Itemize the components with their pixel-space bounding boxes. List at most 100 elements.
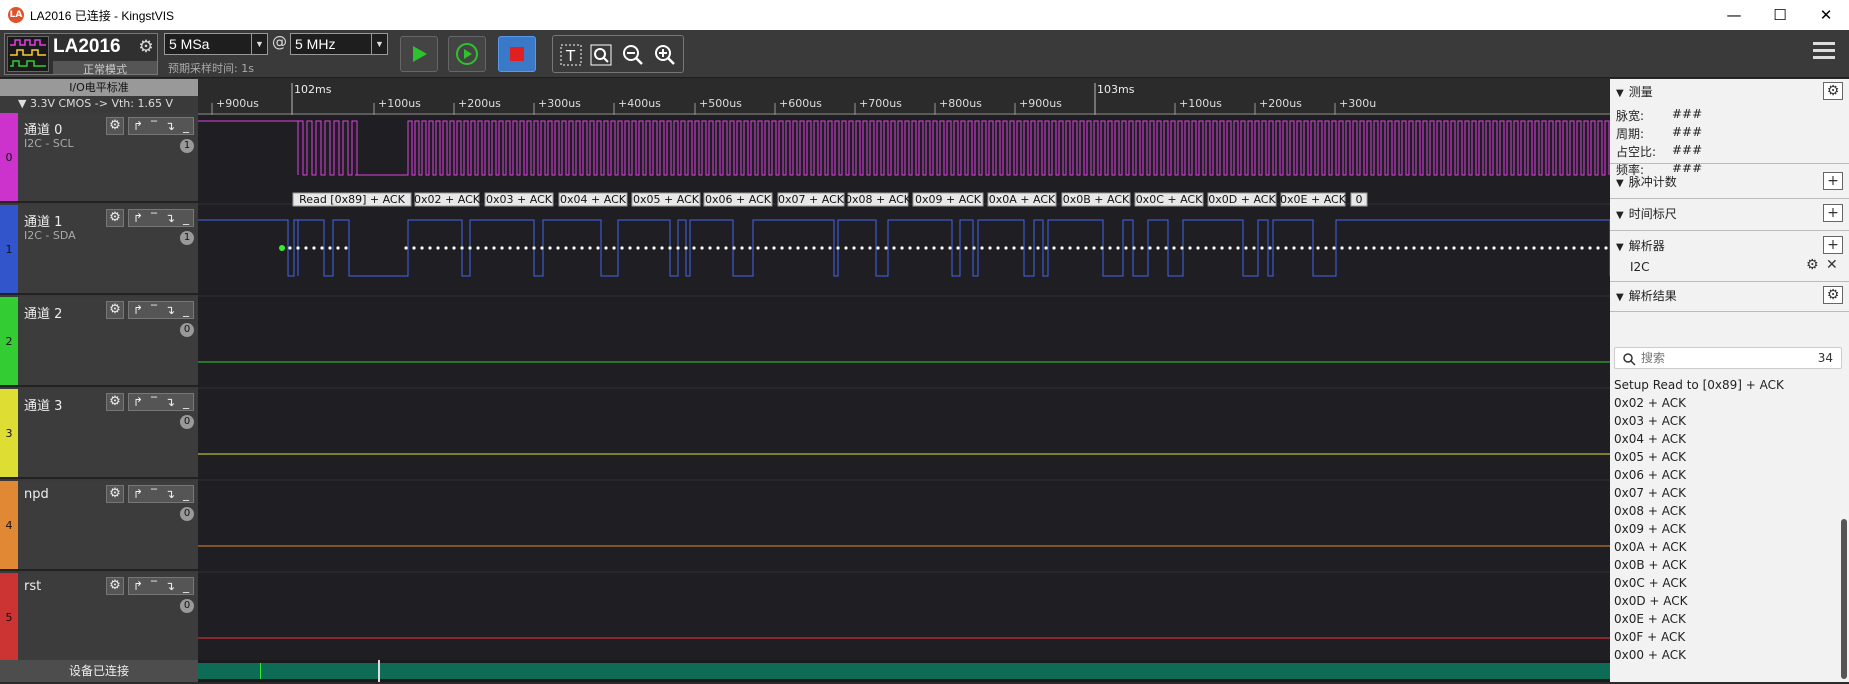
timeline-minor-label: +300us — [538, 97, 581, 110]
decode-result-item[interactable]: Setup Read to [0x89] + ACK — [1614, 376, 1838, 394]
high-level-icon[interactable]: ‾ — [151, 487, 157, 501]
channel-name[interactable]: 通道 1 — [24, 211, 62, 230]
time-ruler-section[interactable]: ▼ 时间标尺 + — [1610, 201, 1849, 227]
results-scrollbar[interactable] — [1841, 519, 1847, 679]
low-level-icon[interactable]: _ — [183, 211, 189, 225]
channel-row[interactable]: 2 通道 2 ⚙ ↱ ‾ ↴ _ 0 — [0, 297, 198, 387]
high-level-icon[interactable]: ‾ — [151, 395, 157, 409]
i2c-bit-marker — [1236, 246, 1240, 250]
device-settings-gear-icon[interactable]: ⚙ — [135, 36, 157, 58]
low-level-icon[interactable]: _ — [183, 487, 189, 501]
collapse-triangle-icon: ▼ — [1616, 292, 1624, 303]
rising-edge-icon[interactable]: ↱ — [133, 303, 143, 317]
analyzer-section[interactable]: ▼ 解析器 + — [1610, 233, 1849, 259]
rising-edge-icon[interactable]: ↱ — [133, 395, 143, 409]
channel-settings-gear-icon[interactable]: ⚙ — [106, 301, 124, 319]
start-button[interactable] — [400, 36, 438, 72]
add-analyzer-button[interactable]: + — [1823, 236, 1843, 254]
decode-result-item[interactable]: 0x06 + ACK — [1614, 466, 1838, 484]
zoom-out-icon[interactable] — [621, 43, 645, 67]
channel-settings-gear-icon[interactable]: ⚙ — [106, 209, 124, 227]
falling-edge-icon[interactable]: ↴ — [165, 487, 175, 501]
high-level-icon[interactable]: ‾ — [151, 579, 157, 593]
rising-edge-icon[interactable]: ↱ — [133, 579, 143, 593]
channel-name[interactable]: 通道 2 — [24, 303, 62, 322]
channel-row[interactable]: 4 npd ⚙ ↱ ‾ ↴ _ 0 — [0, 481, 198, 571]
decode-result-item[interactable]: 0x09 + ACK — [1614, 520, 1838, 538]
minimize-icon[interactable]: — — [1711, 0, 1757, 30]
low-level-icon[interactable]: _ — [183, 119, 189, 133]
channel-settings-gear-icon[interactable]: ⚙ — [106, 117, 124, 135]
low-level-icon[interactable]: _ — [183, 579, 189, 593]
pulse-count-section[interactable]: ▼ 脉冲计数 + — [1610, 169, 1849, 195]
decode-result-item[interactable]: 0x05 + ACK — [1614, 448, 1838, 466]
channel-settings-gear-icon[interactable]: ⚙ — [106, 393, 124, 411]
falling-edge-icon[interactable]: ↴ — [165, 211, 175, 225]
loop-start-button[interactable] — [448, 36, 486, 72]
measure-settings-gear-icon[interactable]: ⚙ — [1823, 82, 1843, 100]
i2c-bit-marker — [484, 246, 488, 250]
channel-name[interactable]: 通道 0 — [24, 119, 62, 138]
decode-result-item[interactable]: 0x08 + ACK — [1614, 502, 1838, 520]
channel-row[interactable]: 3 通道 3 ⚙ ↱ ‾ ↴ _ 0 — [0, 389, 198, 479]
decode-result-item[interactable]: 0x0B + ACK — [1614, 556, 1838, 574]
low-level-icon[interactable]: _ — [183, 303, 189, 317]
decode-result-item[interactable]: 0x04 + ACK — [1614, 430, 1838, 448]
high-level-icon[interactable]: ‾ — [151, 211, 157, 225]
sample-depth-select[interactable]: 5 MSa ▼ — [164, 33, 268, 55]
scroll-position-marker[interactable] — [378, 660, 380, 682]
decode-result-item[interactable]: 0x0C + ACK — [1614, 574, 1838, 592]
low-level-icon[interactable]: _ — [183, 395, 189, 409]
results-search-field[interactable]: 34 — [1614, 347, 1842, 369]
channel-settings-gear-icon[interactable]: ⚙ — [106, 485, 124, 503]
decode-result-item[interactable]: 0x00 + ACK — [1614, 646, 1838, 664]
decode-result-item[interactable]: 0x0F + ACK — [1614, 628, 1838, 646]
channel-row[interactable]: 0 通道 0 I2C - SCL ⚙ ↱ ‾ ↴ _ 1 — [0, 113, 198, 203]
maximize-icon[interactable]: ☐ — [1757, 0, 1803, 30]
sample-rate-select[interactable]: 5 MHz ▼ — [290, 33, 388, 55]
decode-result-item[interactable]: 0x0E + ACK — [1614, 610, 1838, 628]
falling-edge-icon[interactable]: ↴ — [165, 119, 175, 133]
add-time-ruler-button[interactable]: + — [1823, 204, 1843, 222]
decode-result-item[interactable]: 0x0A + ACK — [1614, 538, 1838, 556]
stop-button[interactable] — [498, 36, 536, 72]
decode-result-item[interactable]: 0x03 + ACK — [1614, 412, 1838, 430]
remove-analyzer-icon[interactable]: ✕ — [1826, 257, 1838, 273]
text-tool-icon[interactable]: T — [559, 43, 583, 67]
scrollbar-thumb[interactable] — [198, 663, 1610, 679]
high-level-icon[interactable]: ‾ — [151, 119, 157, 133]
analyzer-settings-gear-icon[interactable]: ⚙ — [1806, 257, 1819, 273]
decode-result-item[interactable]: 0x0D + ACK — [1614, 592, 1838, 610]
search-input[interactable] — [1641, 350, 1791, 366]
decode-result-item[interactable]: 0x02 + ACK — [1614, 394, 1838, 412]
analyzer-item-i2c[interactable]: I2C — [1630, 260, 1650, 274]
rising-edge-icon[interactable]: ↱ — [133, 487, 143, 501]
zoom-fit-icon[interactable] — [589, 43, 613, 67]
time-scrollbar[interactable] — [198, 660, 1610, 682]
measure-section[interactable]: ▼ 测量 ⚙ — [1610, 79, 1849, 105]
channel-row[interactable]: 5 rst ⚙ ↱ ‾ ↴ _ 0 — [0, 573, 198, 663]
rising-edge-icon[interactable]: ↱ — [133, 211, 143, 225]
falling-edge-icon[interactable]: ↴ — [165, 395, 175, 409]
decode-result-item[interactable]: 0x07 + ACK — [1614, 484, 1838, 502]
channel-name[interactable]: rst — [24, 579, 41, 594]
results-settings-gear-icon[interactable]: ⚙ — [1823, 286, 1843, 304]
channel-name[interactable]: npd — [24, 487, 49, 502]
channel-settings-gear-icon[interactable]: ⚙ — [106, 577, 124, 595]
high-level-icon[interactable]: ‾ — [151, 303, 157, 317]
io-level-select[interactable]: ▼ 3.3V CMOS -> Vth: 1.65 V — [0, 96, 198, 112]
channel-name[interactable]: 通道 3 — [24, 395, 62, 414]
channel-row[interactable]: 1 通道 1 I2C - SDA ⚙ ↱ ‾ ↴ _ 1 — [0, 205, 198, 295]
hamburger-menu-icon[interactable] — [1813, 42, 1835, 62]
i2c-bit-marker — [1292, 246, 1296, 250]
falling-edge-icon[interactable]: ↴ — [165, 579, 175, 593]
add-pulse-count-button[interactable]: + — [1823, 172, 1843, 190]
close-icon[interactable]: ✕ — [1803, 0, 1849, 30]
waveform-area[interactable]: 102ms 103ms +900us +100us +200us +300us +400us… — [198, 79, 1610, 660]
scl-waveform — [198, 120, 1610, 176]
rising-edge-icon[interactable]: ↱ — [133, 119, 143, 133]
falling-edge-icon[interactable]: ↴ — [165, 303, 175, 317]
i2c-bit-marker — [916, 246, 920, 250]
zoom-in-icon[interactable] — [653, 43, 677, 67]
decode-results-section[interactable]: ▼ 解析结果 ⚙ — [1610, 283, 1849, 309]
